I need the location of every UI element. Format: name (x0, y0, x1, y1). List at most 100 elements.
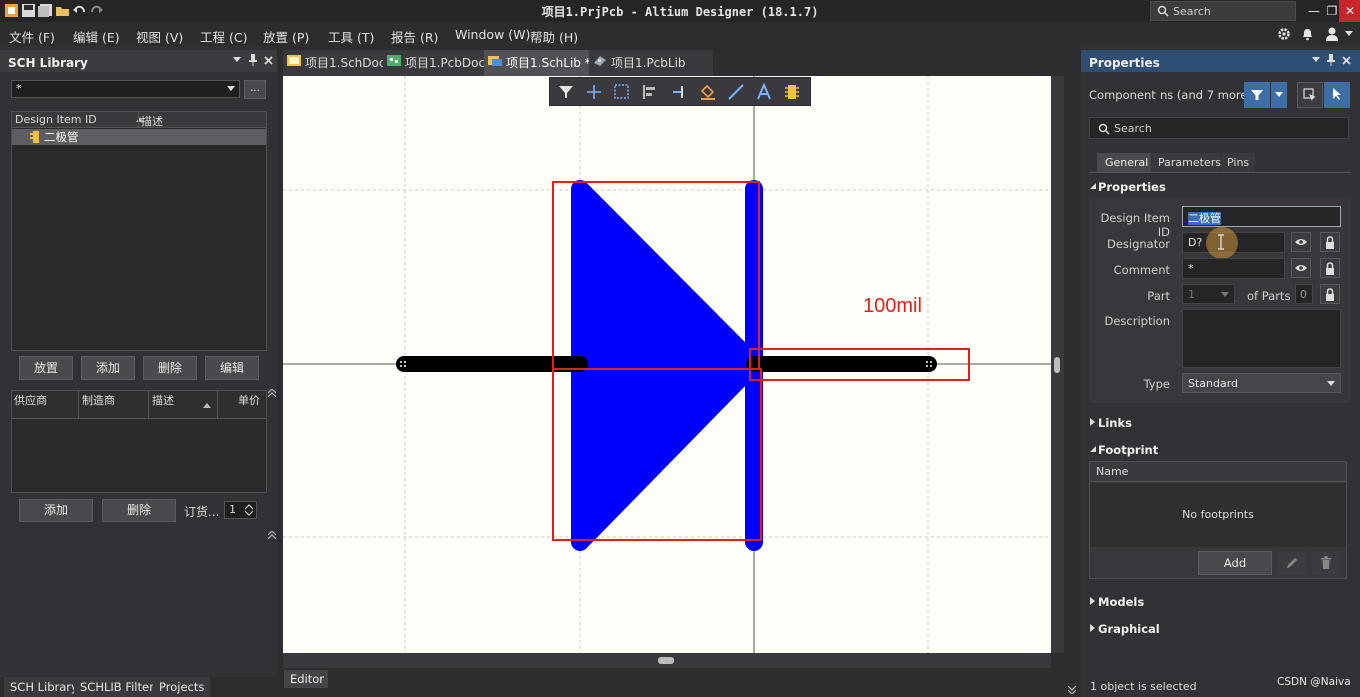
collapsed-chevron-icon[interactable] (1090, 418, 1095, 426)
order-quantity-stepper[interactable]: 1 (224, 501, 257, 519)
bottom-tab-projects[interactable]: Projects (153, 677, 211, 697)
footprint-column-name[interactable]: Name (1090, 462, 1346, 482)
library-filter-combo[interactable]: * (11, 80, 240, 98)
notification-bell-icon[interactable] (1301, 27, 1314, 41)
properties-title: Properties (1089, 56, 1160, 70)
comment-visibility-toggle[interactable] (1291, 258, 1311, 278)
browse-button[interactable]: ... (244, 80, 266, 99)
pin-icon[interactable] (249, 54, 257, 66)
expanded-chevron-icon[interactable] (1090, 183, 1096, 189)
delete-button[interactable]: 删除 (143, 356, 197, 380)
selection-filter-dropdown[interactable] (1271, 82, 1287, 108)
column-design-item-id[interactable]: Design Item ID (15, 113, 97, 126)
place-pin-icon[interactable] (670, 82, 690, 102)
column-divider (138, 112, 139, 128)
menu-project[interactable]: 工程 (C) (200, 27, 247, 46)
column-manufacturer[interactable]: 制造商 (82, 392, 115, 408)
description-textarea[interactable] (1182, 309, 1341, 368)
lock-icon (1326, 288, 1334, 301)
delete-footprint-button[interactable] (1312, 551, 1340, 575)
place-component-icon[interactable] (782, 82, 802, 102)
vertical-scrollbar[interactable] (1051, 76, 1064, 653)
select-area-icon[interactable] (612, 82, 632, 102)
designator-lock-toggle[interactable] (1320, 232, 1340, 252)
paint-fill-icon[interactable] (698, 82, 718, 102)
tab-pcblib[interactable]: 项目1.PcbLib (589, 50, 713, 76)
part-lock-toggle[interactable] (1320, 284, 1340, 304)
close-button[interactable]: ✕ (1339, 0, 1360, 22)
comment-lock-toggle[interactable] (1320, 258, 1340, 278)
section-links[interactable]: Links (1098, 416, 1132, 430)
bottom-tab-sch-library[interactable]: SCH Library (4, 677, 84, 697)
stepper-arrows-icon[interactable] (245, 504, 253, 516)
menu-tools[interactable]: 工具 (T) (328, 27, 374, 46)
comment-input[interactable]: * (1182, 258, 1285, 279)
supplier-add-button[interactable]: 添加 (19, 499, 93, 522)
filter-icon[interactable] (556, 82, 576, 102)
schematic-canvas[interactable]: 100mil (283, 76, 1051, 653)
panel-menu-chevron-icon[interactable] (233, 57, 241, 63)
panel-menu-chevron-icon[interactable] (1312, 57, 1320, 63)
section-properties[interactable]: Properties (1098, 180, 1166, 194)
menu-window[interactable]: Window (W) (455, 27, 530, 42)
section-models[interactable]: Models (1098, 595, 1144, 609)
panel-close-icon[interactable] (264, 56, 273, 65)
panel-close-icon[interactable] (1342, 56, 1351, 65)
user-account-icon[interactable] (1325, 26, 1339, 42)
type-select[interactable]: Standard (1182, 373, 1341, 393)
bottom-tab-schlib-filter[interactable]: SCHLIB Filter (74, 677, 160, 697)
section-graphical[interactable]: Graphical (1098, 622, 1160, 636)
collapsed-chevron-icon[interactable] (1090, 597, 1095, 605)
vertical-scroll-thumb[interactable] (1054, 357, 1060, 373)
design-item-id-input[interactable]: 二极管 (1182, 206, 1341, 227)
part-select[interactable]: 1 (1182, 284, 1235, 304)
menu-help[interactable]: 帮助 (H) (530, 27, 578, 46)
eye-icon (1295, 265, 1307, 271)
column-description[interactable]: 描述 (141, 113, 163, 129)
move-add-icon[interactable] (584, 82, 604, 102)
menu-edit[interactable]: 编辑 (E) (73, 27, 120, 46)
user-menu-chevron-icon[interactable] (1345, 31, 1353, 37)
pin-icon[interactable] (1327, 54, 1335, 66)
place-text-icon[interactable] (754, 82, 774, 102)
column-supplier[interactable]: 供应商 (14, 392, 47, 408)
diode-triangle[interactable] (571, 180, 763, 551)
supplier-delete-button[interactable]: 删除 (102, 499, 176, 522)
list-item[interactable]: 二极管 (12, 129, 266, 145)
selection-status: 1 object is selected (1090, 680, 1197, 693)
add-button[interactable]: 添加 (81, 356, 135, 380)
tab-parameters[interactable]: Parameters (1152, 153, 1221, 172)
tab-pins[interactable]: Pins (1221, 153, 1255, 172)
edit-button[interactable]: 编辑 (205, 356, 259, 380)
edit-footprint-button[interactable] (1278, 551, 1306, 575)
horizontal-scrollbar[interactable] (283, 653, 1051, 668)
place-line-icon[interactable] (726, 82, 746, 102)
expanded-chevron-icon[interactable] (1090, 446, 1096, 452)
column-unit-price[interactable]: 单价 (238, 392, 260, 408)
tab-general[interactable]: General (1097, 153, 1151, 172)
menu-reports[interactable]: 报告 (R) (391, 27, 438, 46)
select-mode-button[interactable] (1324, 82, 1350, 108)
column-supplier-desc[interactable]: 描述 (152, 392, 174, 408)
menu-file[interactable]: 文件 (F) (9, 27, 55, 46)
menu-view[interactable]: 视图 (V) (136, 27, 183, 46)
designator-visibility-toggle[interactable] (1291, 232, 1311, 252)
editor-tab[interactable]: Editor (284, 670, 328, 688)
horizontal-scroll-thumb[interactable] (658, 657, 674, 664)
place-button[interactable]: 放置 (19, 356, 73, 380)
collapse-chevron-icon[interactable] (268, 389, 276, 397)
align-icon[interactable] (640, 82, 660, 102)
section-footprint[interactable]: Footprint (1098, 443, 1158, 457)
add-footprint-button[interactable]: Add (1198, 551, 1272, 575)
properties-search-input[interactable]: Search (1089, 117, 1349, 139)
menu-place[interactable]: 放置 (P) (263, 27, 309, 46)
collapsed-chevron-icon[interactable] (1090, 624, 1095, 632)
select-all-button[interactable] (1297, 82, 1323, 108)
collapse-chevron-icon[interactable] (268, 531, 276, 539)
expand-chevron-icon[interactable] (1068, 686, 1076, 694)
settings-icon[interactable] (1277, 27, 1291, 41)
selection-filter-button[interactable] (1244, 82, 1270, 108)
of-parts-label: of Parts (1247, 289, 1291, 303)
global-search-input[interactable]: Search (1150, 1, 1296, 21)
footprint-list: No footprints (1090, 483, 1346, 547)
